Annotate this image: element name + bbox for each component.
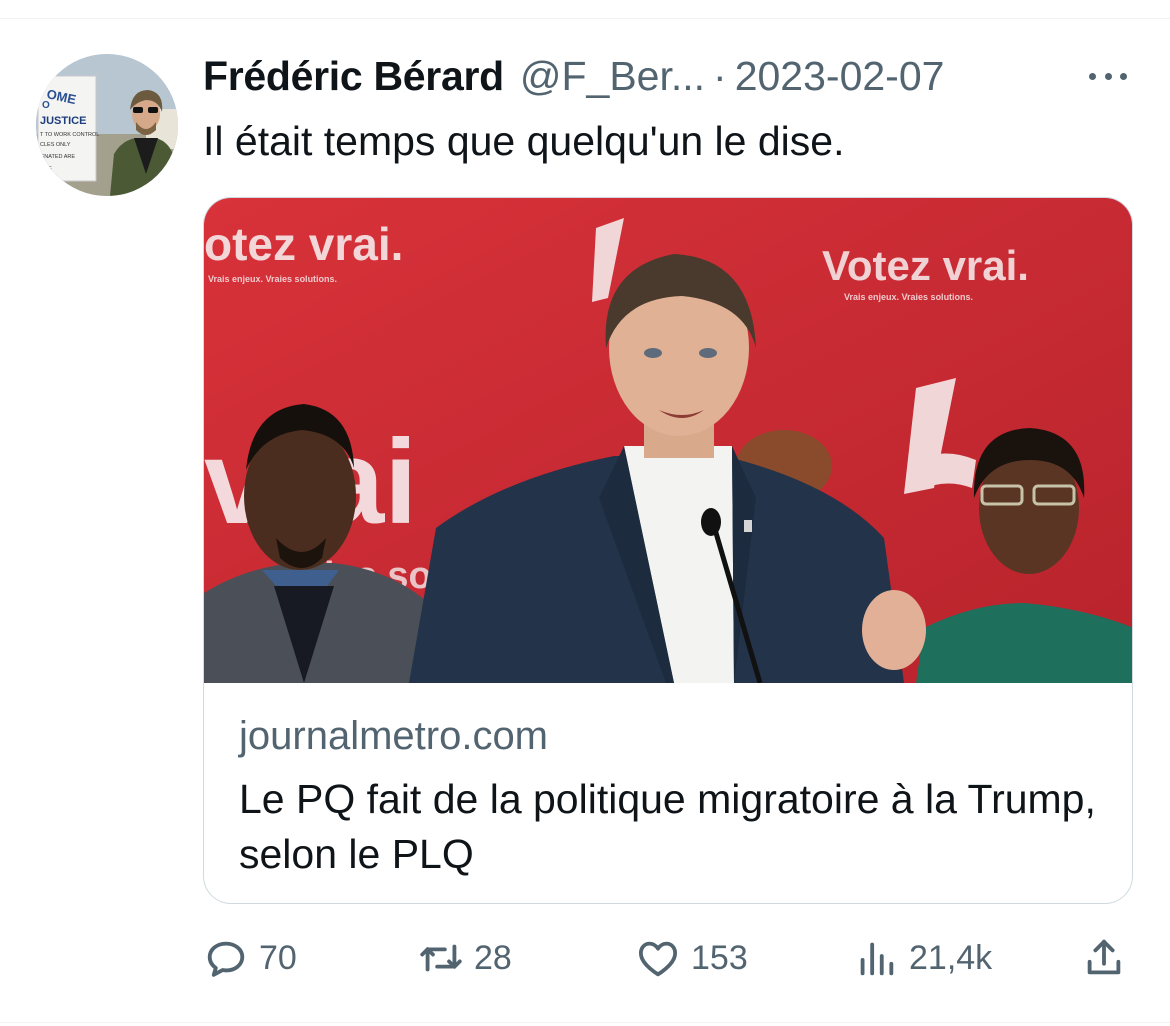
reply-icon — [207, 941, 245, 977]
tweet-actions: 70 28 153 21,4k — [203, 930, 1138, 986]
top-divider — [0, 18, 1170, 19]
views-count: 21,4k — [909, 938, 993, 977]
avatar-sign-line3: JUSTICE — [40, 115, 86, 127]
author-handle[interactable]: @F_Ber... — [520, 53, 705, 100]
bottom-divider — [0, 1022, 1170, 1023]
reply-count: 70 — [259, 938, 297, 977]
heart-icon — [638, 941, 678, 977]
avatar[interactable]: OME O JUSTICE T TO WORK CONTROL CLES ONL… — [36, 54, 178, 196]
tweet-text: Il était temps que quelqu'un le dise. — [203, 118, 845, 164]
tweet-date[interactable]: 2023-02-07 — [735, 53, 945, 100]
like-button[interactable]: 153 — [635, 930, 748, 986]
avatar-sign-line4: T TO WORK CONTROL — [40, 132, 99, 138]
share-icon — [1087, 939, 1121, 975]
banner-sub-left: Vrais enjeux. Vraies solutions. — [208, 274, 337, 284]
reply-button[interactable]: 70 — [203, 930, 297, 986]
link-card[interactable]: otez vrai. Vrais enjeux. Vraies solution… — [203, 197, 1133, 904]
banner-text-left: otez vrai. — [204, 218, 403, 270]
avatar-sign-line6: GNATED ARE — [40, 154, 75, 160]
card-image: otez vrai. Vrais enjeux. Vraies solution… — [204, 198, 1132, 683]
card-domain: journalmetro.com — [239, 714, 549, 758]
retweet-count: 28 — [474, 938, 512, 977]
retweet-icon — [420, 944, 462, 972]
views-button[interactable]: 21,4k — [853, 930, 992, 986]
banner-text-right: Votez vrai. — [822, 242, 1029, 289]
author-name[interactable]: Frédéric Bérard — [203, 53, 504, 100]
share-button[interactable] — [1081, 930, 1127, 986]
avatar-image: OME O JUSTICE T TO WORK CONTROL CLES ONL… — [36, 54, 178, 196]
more-icon[interactable] — [1083, 58, 1133, 94]
card-title: Le PQ fait de la politique migratoire à … — [239, 776, 1096, 877]
tweet-header: Frédéric Bérard @F_Ber... · 2023-02-07 — [203, 52, 1143, 100]
banner-sub-right: Vrais enjeux. Vraies solutions. — [844, 292, 973, 302]
avatar-sign-line7: ONE — [40, 166, 52, 172]
views-icon — [860, 942, 894, 976]
avatar-sign-line2: O — [42, 100, 50, 111]
like-count: 153 — [691, 938, 748, 977]
separator-dot: · — [713, 52, 727, 99]
avatar-sign-line5: CLES ONLY — [40, 142, 71, 148]
retweet-button[interactable]: 28 — [418, 930, 512, 986]
